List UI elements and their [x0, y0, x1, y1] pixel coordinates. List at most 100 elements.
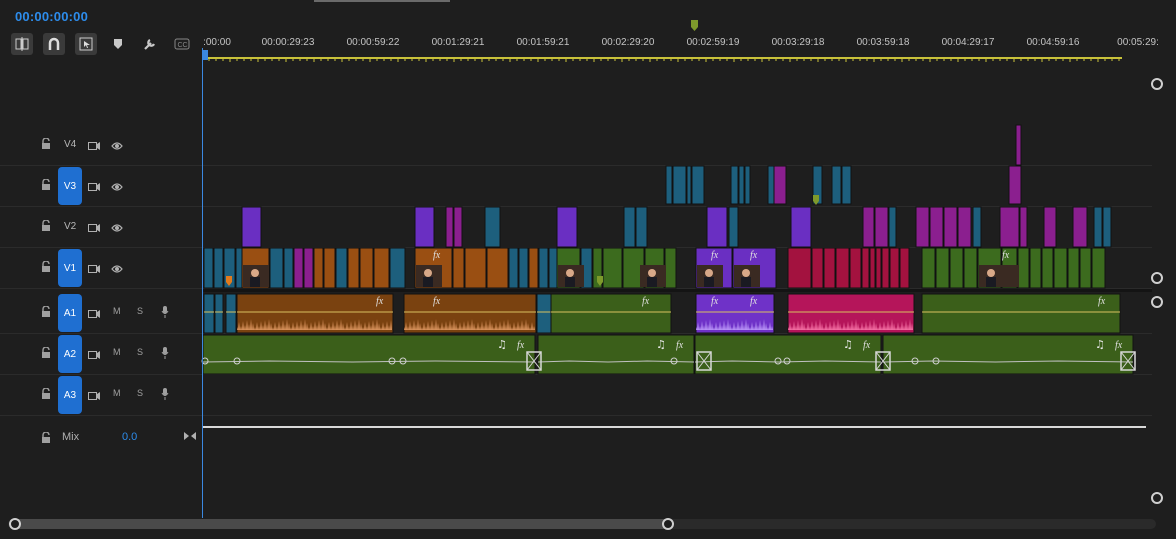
playhead-line[interactable]	[202, 48, 203, 518]
video-clip[interactable]	[874, 206, 889, 248]
video-clip[interactable]	[1079, 247, 1092, 289]
video-clip[interactable]	[1053, 247, 1068, 289]
audio-clip[interactable]	[537, 334, 695, 375]
mix-lock-icon[interactable]	[41, 431, 51, 449]
video-clip[interactable]	[921, 247, 936, 289]
audio-clip[interactable]	[787, 293, 915, 334]
video-clip[interactable]	[414, 206, 435, 248]
video-clip[interactable]	[508, 247, 519, 289]
video-clip[interactable]	[728, 206, 739, 248]
video-clip[interactable]	[862, 206, 875, 248]
video-clip[interactable]	[623, 206, 636, 248]
video-clip[interactable]	[635, 206, 648, 248]
video-clip[interactable]	[823, 247, 836, 289]
audio-clip[interactable]	[202, 334, 536, 375]
video-clip[interactable]	[389, 247, 406, 289]
video-clip[interactable]	[963, 247, 978, 289]
video-clip[interactable]	[347, 247, 360, 289]
video-clip[interactable]	[518, 247, 529, 289]
audio-clip[interactable]	[203, 293, 215, 334]
video-clip[interactable]	[452, 247, 465, 289]
video-clip[interactable]	[203, 247, 214, 289]
video-clip[interactable]	[706, 206, 728, 248]
video-clip[interactable]	[453, 206, 463, 248]
mix-skip-icon[interactable]	[183, 431, 197, 441]
video-clip[interactable]	[1072, 206, 1088, 248]
video-clip[interactable]	[861, 247, 870, 289]
horizontal-scroll-thumb[interactable]	[12, 519, 670, 529]
video-clip[interactable]	[1043, 206, 1057, 248]
video-clip[interactable]	[538, 247, 549, 289]
video-clip[interactable]	[841, 165, 852, 205]
video-clip[interactable]	[484, 206, 501, 248]
video-clip[interactable]	[359, 247, 374, 289]
video-clip[interactable]	[849, 247, 862, 289]
video-clip[interactable]	[881, 247, 890, 289]
video-clip[interactable]	[999, 206, 1020, 248]
video-clip[interactable]	[929, 206, 944, 248]
video-clip[interactable]	[972, 206, 982, 248]
video-clip[interactable]	[915, 206, 930, 248]
video-clip[interactable]	[1019, 206, 1028, 248]
scroll-handle-right[interactable]	[662, 518, 674, 530]
video-clip[interactable]	[665, 165, 673, 205]
video-clip[interactable]	[1102, 206, 1112, 248]
video-clip[interactable]	[269, 247, 284, 289]
video-clip[interactable]	[664, 247, 677, 289]
video-clip[interactable]	[293, 247, 304, 289]
timeline-clips[interactable]: fx fx fx fx fx fx fx fx fx fx ♫ fx ♫ fx ♫ fx ♫ fx	[0, 0, 1176, 539]
video-clip[interactable]	[811, 247, 824, 289]
video-clip[interactable]	[241, 206, 262, 248]
video-clip[interactable]	[313, 247, 324, 289]
video-clip[interactable]	[556, 206, 578, 248]
video-clip[interactable]	[888, 206, 897, 248]
video-clip[interactable]	[1091, 247, 1106, 289]
video-clip[interactable]	[672, 165, 687, 205]
video-clip[interactable]	[831, 165, 842, 205]
video-clip[interactable]	[790, 206, 812, 248]
video-clip[interactable]	[730, 165, 739, 205]
mix-volume-line[interactable]	[202, 426, 1146, 428]
video-clip[interactable]	[373, 247, 390, 289]
video-clip[interactable]	[943, 206, 958, 248]
video-clip[interactable]	[767, 165, 775, 205]
audio-clip[interactable]	[921, 293, 1121, 334]
video-clip[interactable]	[1017, 247, 1030, 289]
video-clip[interactable]	[323, 247, 336, 289]
video-clip[interactable]	[935, 247, 950, 289]
video-clip[interactable]	[899, 247, 910, 289]
audio-clip[interactable]	[214, 293, 224, 334]
video-clip[interactable]	[869, 247, 876, 289]
video-clip[interactable]	[787, 247, 812, 289]
video-clip[interactable]	[691, 165, 705, 205]
audio-clip[interactable]	[225, 293, 237, 334]
video-clip[interactable]	[949, 247, 964, 289]
video-clip[interactable]	[957, 206, 972, 248]
video-clip[interactable]	[1067, 247, 1080, 289]
video-clip[interactable]	[738, 165, 745, 205]
video-clip[interactable]	[875, 247, 882, 289]
playhead-handle[interactable]	[202, 50, 208, 60]
video-clip[interactable]	[835, 247, 850, 289]
mix-volume-value[interactable]: 0.0	[122, 431, 137, 443]
audio-clip[interactable]	[694, 334, 882, 375]
video-clip[interactable]	[773, 165, 787, 205]
video-clip[interactable]	[686, 165, 692, 205]
video-clip[interactable]	[1008, 165, 1022, 205]
audio-clip[interactable]	[536, 293, 552, 334]
video-clip[interactable]	[1029, 247, 1042, 289]
video-clip[interactable]	[602, 247, 623, 289]
video-clip[interactable]	[303, 247, 314, 289]
video-clip[interactable]	[528, 247, 539, 289]
video-clip[interactable]	[283, 247, 294, 289]
video-clip[interactable]	[1093, 206, 1103, 248]
video-clip[interactable]	[889, 247, 900, 289]
video-clip[interactable]	[486, 247, 509, 289]
video-clip[interactable]	[335, 247, 348, 289]
video-clip[interactable]	[464, 247, 487, 289]
video-clip[interactable]	[1015, 124, 1022, 166]
audio-clip[interactable]	[550, 293, 672, 334]
video-clip[interactable]	[445, 206, 454, 248]
video-clip[interactable]	[744, 165, 751, 205]
video-clip[interactable]	[213, 247, 224, 289]
